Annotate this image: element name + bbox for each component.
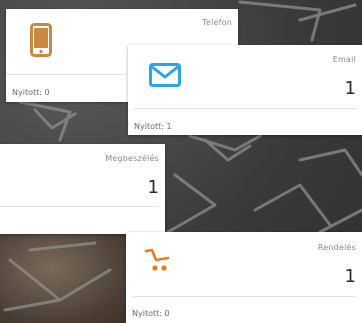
card-footer: Nyitott: 1 (134, 122, 172, 131)
card-value: 1 (344, 78, 356, 99)
divider (134, 108, 356, 109)
card-title: Telefon (202, 18, 232, 27)
card-value: 1 (147, 177, 159, 198)
card-title: Megbeszélés (105, 154, 159, 163)
stat-card-email[interactable]: Email 1 Nyitott: 1 (128, 45, 362, 135)
envelope-icon (149, 63, 181, 91)
card-title: Email (332, 55, 356, 64)
divider (132, 296, 356, 297)
card-value: 1 (344, 266, 356, 287)
card-title: Rendelés (317, 243, 356, 252)
divider (0, 206, 159, 207)
stat-card-rendeles[interactable]: Rendelés 1 Nyitott: 0 (126, 232, 362, 323)
card-footer: Nyitott: 0 (12, 88, 50, 97)
phone-icon (30, 23, 52, 61)
card-footer: Nyitott: 0 (132, 309, 170, 318)
stat-card-megbeszeles[interactable]: Megbeszélés 1 (0, 144, 165, 234)
divider (6, 74, 126, 75)
shopping-cart-icon (144, 247, 172, 277)
